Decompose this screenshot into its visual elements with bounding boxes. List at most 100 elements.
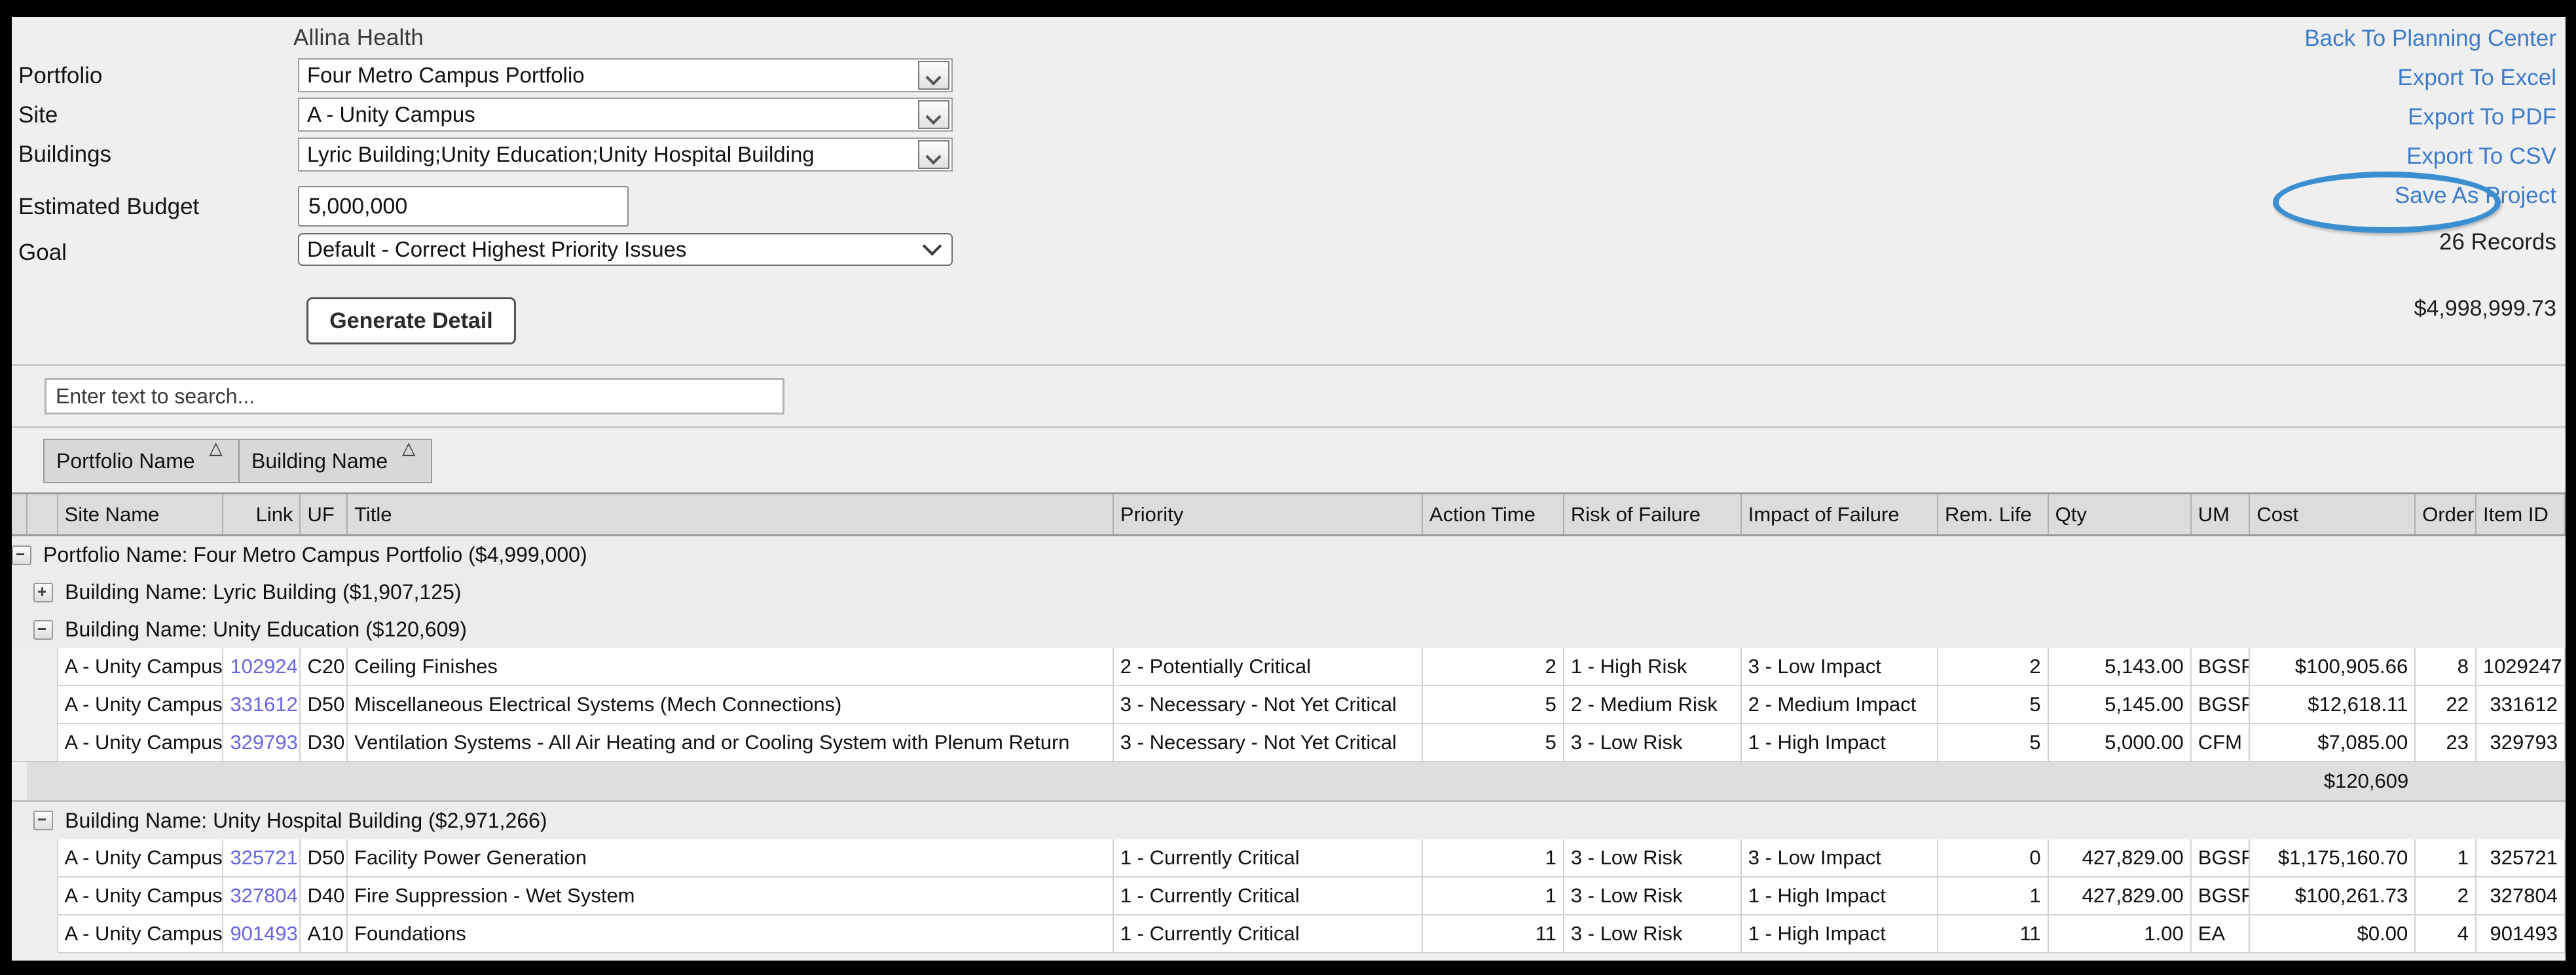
- goal-select[interactable]: Default - Correct Highest Priority Issue…: [298, 233, 953, 266]
- export-to-excel-link[interactable]: Export To Excel: [2304, 65, 2556, 90]
- header-action-time[interactable]: Action Time: [1421, 492, 1564, 536]
- chevron-down-icon[interactable]: [918, 140, 949, 169]
- indent-spacer: [12, 801, 28, 839]
- cell-order: 22: [2414, 686, 2476, 724]
- link-value[interactable]: 325721: [230, 846, 297, 869]
- sort-chip-building-name[interactable]: Building Name: [238, 439, 433, 483]
- export-to-csv-link[interactable]: Export To CSV: [2304, 144, 2556, 169]
- building-group-row[interactable]: Building Name: Unity Hospital Building (…: [12, 801, 2565, 839]
- portfolio-select[interactable]: Four Metro Campus Portfolio: [298, 58, 953, 92]
- indent-spacer: [12, 761, 28, 802]
- subtotal-order: [2415, 761, 2476, 802]
- header-site-name[interactable]: Site Name: [56, 492, 224, 536]
- buildings-select[interactable]: Lyric Building;Unity Education;Unity Hos…: [298, 138, 953, 172]
- cell-link[interactable]: 325721: [222, 839, 301, 877]
- table-row[interactable]: A - Unity Campus 1029247 C20 Ceiling Fin…: [12, 648, 2566, 686]
- cell-um: BGSF: [2190, 876, 2251, 915]
- link-value[interactable]: 1029247: [230, 655, 299, 678]
- link-value[interactable]: 329793: [230, 731, 297, 754]
- triangle-up-icon[interactable]: [402, 439, 419, 468]
- cell-qty: 5,000.00: [2047, 724, 2192, 762]
- indent-spacer: [12, 686, 28, 724]
- header-uf[interactable]: UF: [299, 492, 348, 536]
- cell-action-time: 1: [1421, 839, 1564, 877]
- building-group-row[interactable]: Building Name: Lyric Building ($1,907,12…: [12, 574, 2565, 611]
- table-row[interactable]: A - Unity Campus 325721 D50 Facility Pow…: [12, 839, 2566, 877]
- collapse-expander-icon[interactable]: [33, 811, 54, 830]
- chevron-down-icon[interactable]: [918, 100, 949, 129]
- header-risk-of-failure[interactable]: Risk of Failure: [1562, 492, 1742, 536]
- cell-rem-life: 1: [1937, 876, 2049, 915]
- header-link[interactable]: Link: [222, 492, 301, 536]
- cell-link[interactable]: 901493: [222, 914, 301, 953]
- cell-qty: 5,145.00: [2047, 686, 2192, 724]
- indent-spacer: [27, 724, 58, 762]
- header-item-id[interactable]: Item ID: [2475, 492, 2566, 536]
- cell-uf: A10: [299, 914, 348, 953]
- cell-risk-of-failure: 3 - Low Risk: [1562, 914, 1742, 953]
- cell-cost: $0.00: [2249, 914, 2416, 953]
- cell-link[interactable]: 1029247: [222, 648, 301, 686]
- collapse-expander-icon[interactable]: [33, 619, 54, 640]
- site-select[interactable]: A - Unity Campus: [298, 98, 953, 132]
- cell-priority: 3 - Necessary - Not Yet Critical: [1112, 724, 1423, 762]
- portfolio-value: Four Metro Campus Portfolio: [307, 63, 585, 87]
- cell-cost: $12,618.11: [2249, 686, 2416, 724]
- chevron-down-icon[interactable]: [918, 61, 949, 90]
- cell-order: 4: [2414, 914, 2476, 953]
- table-row[interactable]: A - Unity Campus 327804 D40 Fire Suppres…: [12, 876, 2566, 915]
- chevron-down-icon: [912, 236, 951, 257]
- sort-chip-portfolio-name[interactable]: Portfolio Name: [43, 439, 240, 483]
- header-priority[interactable]: Priority: [1112, 492, 1423, 536]
- cell-site-name: A - Unity Campus: [56, 839, 224, 877]
- cell-link[interactable]: 327804: [222, 876, 301, 915]
- cell-qty: 1.00: [2047, 914, 2192, 953]
- collapse-expander-icon[interactable]: [12, 545, 31, 565]
- header-title[interactable]: Title: [346, 492, 1114, 536]
- portfolio-label: Portfolio: [18, 63, 103, 88]
- table-row[interactable]: A - Unity Campus 331612 D50 Miscellaneou…: [12, 686, 2566, 724]
- building-group-label: Building Name: Lyric Building ($1,907,12…: [65, 580, 462, 604]
- cell-qty: 427,829.00: [2047, 876, 2192, 915]
- estimated-budget-input[interactable]: 5,000,000: [298, 186, 629, 227]
- link-value[interactable]: 901493: [230, 922, 297, 945]
- header-rem-life[interactable]: Rem. Life: [1937, 492, 2049, 536]
- indent-spacer: [27, 876, 58, 915]
- subtotal-spacer: [27, 761, 2250, 802]
- cell-impact-of-failure: 3 - Low Impact: [1740, 839, 1939, 877]
- portfolio-group-label: Portfolio Name: Four Metro Campus Portfo…: [43, 543, 587, 566]
- cell-item-id: 331612: [2475, 686, 2566, 724]
- table-row[interactable]: A - Unity Campus 901493 A10 Foundations …: [12, 914, 2566, 953]
- cell-link[interactable]: 329793: [222, 724, 301, 762]
- triangle-up-icon[interactable]: [210, 439, 227, 468]
- search-input[interactable]: [45, 378, 784, 414]
- building-group-cell: Building Name: Unity Hospital Building (…: [27, 801, 2565, 839]
- cell-cost: $1,175,160.70: [2249, 839, 2416, 877]
- indent-spacer: [12, 611, 28, 648]
- cell-order: 2: [2414, 876, 2476, 915]
- portfolio-group-row[interactable]: Portfolio Name: Four Metro Campus Portfo…: [12, 535, 2565, 574]
- building-group-row[interactable]: Building Name: Unity Education ($120,609…: [12, 611, 2565, 648]
- link-value[interactable]: 331612: [230, 693, 297, 716]
- back-to-planning-center-link[interactable]: Back To Planning Center: [2304, 26, 2556, 51]
- table-row[interactable]: A - Unity Campus 329793 D30 Ventilation …: [12, 724, 2566, 762]
- expand-expander-icon[interactable]: [33, 582, 54, 602]
- save-as-project-link[interactable]: Save As Project: [2304, 183, 2556, 208]
- generate-detail-button[interactable]: Generate Detail: [306, 297, 516, 344]
- cell-site-name: A - Unity Campus: [56, 648, 224, 686]
- building-group-label: Building Name: Unity Hospital Building (…: [65, 808, 547, 832]
- cell-action-time: 2: [1421, 648, 1564, 686]
- export-to-pdf-link[interactable]: Export To PDF: [2304, 105, 2556, 130]
- cell-um: BGSF: [2190, 839, 2251, 877]
- table-body: Portfolio Name: Four Metro Campus Portfo…: [12, 535, 2566, 953]
- header-order[interactable]: Order: [2414, 492, 2476, 536]
- link-value[interactable]: 327804: [230, 884, 297, 907]
- header-impact-of-failure[interactable]: Impact of Failure: [1740, 492, 1939, 536]
- cell-link[interactable]: 331612: [222, 686, 301, 724]
- cell-action-time: 5: [1421, 686, 1564, 724]
- header-cost[interactable]: Cost: [2249, 492, 2416, 536]
- header-um[interactable]: UM: [2190, 492, 2251, 536]
- building-group-cell: Building Name: Lyric Building ($1,907,12…: [27, 574, 2565, 611]
- header-qty[interactable]: Qty: [2047, 492, 2192, 536]
- site-value: A - Unity Campus: [307, 102, 475, 126]
